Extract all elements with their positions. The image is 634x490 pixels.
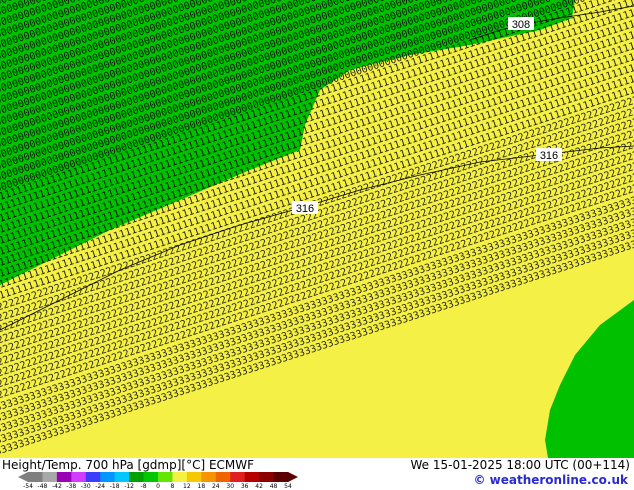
scale-tick-label: -42	[51, 483, 62, 490]
scale-tick-label: 48	[269, 483, 278, 490]
copyright-link[interactable]: © weatheronline.co.uk	[473, 473, 628, 487]
scale-arrow-right	[288, 472, 298, 482]
contour-label-text: 316	[296, 203, 314, 215]
scale-swatch	[215, 472, 231, 482]
scale-tick-label: 36	[240, 483, 249, 490]
scale-swatch	[42, 472, 58, 482]
scale-tick-label: 30	[226, 483, 235, 490]
scale-swatch	[28, 472, 43, 482]
scale-tick-label: 12	[183, 483, 191, 490]
scale-swatch	[201, 472, 217, 482]
map-canvas: 0000000000000000000000000000000000000000…	[0, 0, 634, 458]
scale-swatch	[100, 472, 116, 482]
contour-label-316-central: 316	[292, 201, 318, 215]
scale-tick-label: 18	[197, 483, 206, 490]
scale-tick-label: -8	[140, 483, 147, 490]
scale-swatch	[273, 472, 289, 482]
scale-swatch	[259, 472, 275, 482]
color-scale-bar	[18, 472, 298, 482]
scale-swatch	[71, 472, 87, 482]
scale-swatch	[186, 472, 202, 482]
scale-swatch	[56, 472, 72, 482]
scale-tick-label: 24	[211, 483, 220, 490]
scale-tick-label: 0	[156, 483, 160, 490]
valid-time: We 15-01-2025 18:00 UTC (00+114)	[410, 458, 630, 472]
map-title: Height/Temp. 700 hPa [gdmp][°C] ECMWF	[2, 458, 255, 472]
scale-swatch	[85, 472, 101, 482]
scale-swatch	[172, 472, 188, 482]
weather-map-view: 0000000000000000000000000000000000000000…	[0, 0, 634, 490]
scale-swatch	[244, 472, 260, 482]
scale-swatch	[143, 472, 159, 482]
scale-tick-label: -30	[80, 483, 91, 490]
contour-label-316-east: 316	[536, 148, 562, 162]
contour-label-text: 316	[540, 150, 558, 162]
scale-swatch	[114, 472, 130, 482]
scale-arrow-left	[18, 472, 28, 482]
scale-swatch	[230, 472, 246, 482]
footer-bar: Height/Temp. 700 hPa [gdmp][°C] ECMWF We…	[0, 458, 634, 490]
scale-tick-label: 8	[170, 483, 175, 490]
color-scale-labels: -54 -48 -42 -38 -30 -24 -18 -12 -8 0 8 12 18 24 30 36 42…	[0, 483, 300, 490]
scale-tick-label: -54	[23, 483, 33, 490]
contour-label-text: 308	[512, 19, 530, 31]
scale-tick-label: 54	[284, 483, 292, 490]
contour-label-308: 308	[508, 17, 534, 31]
scale-tick-label: -12	[124, 483, 135, 490]
scale-swatch	[129, 472, 145, 482]
scale-tick-label: -48	[37, 483, 48, 490]
scale-swatch	[158, 472, 173, 482]
scale-tick-label: -24	[95, 483, 106, 490]
scale-tick-label: -18	[109, 483, 120, 490]
scale-tick-label: -38	[66, 483, 77, 490]
scale-tick-label: 42	[255, 483, 263, 490]
